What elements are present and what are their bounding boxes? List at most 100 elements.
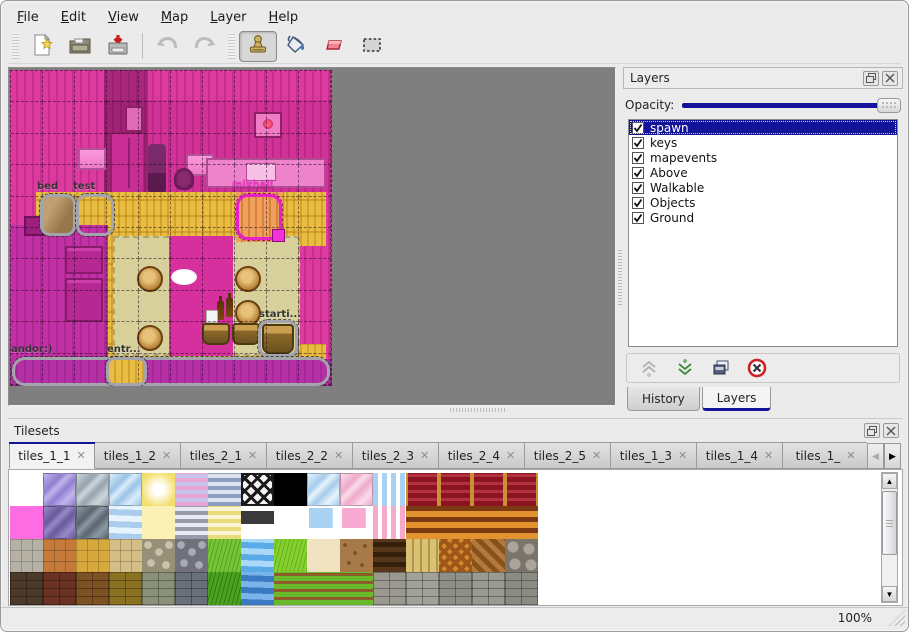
tileset-tile-30[interactable] <box>472 506 505 539</box>
tileset-tile-23[interactable] <box>241 506 274 539</box>
toolbar-drag-handle[interactable] <box>12 33 19 59</box>
tileset-tile-53[interactable] <box>175 572 208 605</box>
tileset-tab-tiles_2_4[interactable]: tiles_2_4✕ <box>439 442 525 469</box>
redo-button[interactable] <box>186 31 224 62</box>
tileset-tile-29[interactable] <box>439 506 472 539</box>
close-panel-button[interactable] <box>883 423 899 438</box>
tileset-scrollbar[interactable]: ▲ ▼ <box>881 472 898 603</box>
tileset-tab-tiles_2_5[interactable]: tiles_2_5✕ <box>525 442 611 469</box>
dock-tab-history[interactable]: History <box>627 387 700 411</box>
tileset-tab-tiles_1_2[interactable]: tiles_1_2✕ <box>95 442 181 469</box>
tileset-tile-55[interactable] <box>241 572 274 605</box>
tileset-tile-57[interactable] <box>307 572 340 605</box>
opacity-slider-track[interactable] <box>682 103 897 108</box>
tileset-tile-54[interactable] <box>208 572 241 605</box>
tileset-tile-27[interactable] <box>373 506 406 539</box>
tileset-tile-36[interactable] <box>142 539 175 572</box>
tileset-tile-13[interactable] <box>439 473 472 506</box>
tileset-tile-20[interactable] <box>142 506 175 539</box>
tileset-tile-56[interactable] <box>274 572 307 605</box>
delete-layer-button[interactable] <box>745 356 769 380</box>
opacity-slider-handle[interactable] <box>877 98 901 113</box>
tileset-tile-1[interactable] <box>43 473 76 506</box>
tileset-tile-17[interactable] <box>43 506 76 539</box>
save-button[interactable] <box>99 31 137 62</box>
tileset-tile-9[interactable] <box>307 473 340 506</box>
tileset-tab-tiles_2_1[interactable]: tiles_2_1✕ <box>181 442 267 469</box>
close-tab-icon[interactable]: ✕ <box>764 449 773 462</box>
tileset-tile-22[interactable] <box>208 506 241 539</box>
close-tab-icon[interactable]: ✕ <box>162 449 171 462</box>
layer-visibility-checkbox[interactable] <box>632 197 644 209</box>
layer-row-Above[interactable]: Above <box>629 165 897 180</box>
tileset-tile-2[interactable] <box>76 473 109 506</box>
tileset-tile-43[interactable] <box>373 539 406 572</box>
tileset-tile-46[interactable] <box>472 539 505 572</box>
lower-layer-button[interactable] <box>673 356 697 380</box>
layer-visibility-checkbox[interactable] <box>632 212 644 224</box>
close-tab-icon[interactable]: ✕ <box>846 449 855 462</box>
map-object-bottom-strip[interactable] <box>12 357 330 386</box>
tileset-tile-47[interactable] <box>505 539 538 572</box>
tileset-tile-60[interactable] <box>406 572 439 605</box>
scroll-tabs-left-button[interactable]: ◀ <box>867 443 884 469</box>
tileset-tile-19[interactable] <box>109 506 142 539</box>
map-object-bed[interactable] <box>40 194 76 236</box>
tileset-tile-3[interactable] <box>109 473 142 506</box>
tileset-tile-4[interactable] <box>142 473 175 506</box>
tileset-tile-28[interactable] <box>406 506 439 539</box>
new-map-button[interactable] <box>23 31 61 62</box>
bucket-fill-button[interactable] <box>277 31 315 62</box>
close-tab-icon[interactable]: ✕ <box>592 449 601 462</box>
tileset-tile-12[interactable] <box>406 473 439 506</box>
menu-help[interactable]: Help <box>260 8 308 27</box>
tileset-tile-10[interactable] <box>340 473 373 506</box>
tileset-tile-26[interactable] <box>340 506 373 539</box>
close-panel-button[interactable] <box>882 71 898 86</box>
close-tab-icon[interactable]: ✕ <box>678 449 687 462</box>
tileset-tile-25[interactable] <box>307 506 340 539</box>
tileset-tile-6[interactable] <box>208 473 241 506</box>
menu-map[interactable]: Map <box>152 8 197 27</box>
tileset-tile-8[interactable] <box>274 473 307 506</box>
horizontal-splitter[interactable] <box>8 406 616 414</box>
layer-visibility-checkbox[interactable] <box>632 122 644 134</box>
menu-view[interactable]: View <box>99 8 148 27</box>
layer-row-Objects[interactable]: Objects <box>629 195 897 210</box>
float-panel-button[interactable] <box>863 71 879 86</box>
close-tab-icon[interactable]: ✕ <box>248 449 257 462</box>
scroll-tabs-right-button[interactable]: ▶ <box>884 443 901 469</box>
tileset-tab-tiles_1_[interactable]: tiles_1_✕ <box>783 442 867 469</box>
tileset-tile-34[interactable] <box>76 539 109 572</box>
close-tab-icon[interactable]: ✕ <box>77 449 86 462</box>
tileset-tile-15[interactable] <box>505 473 538 506</box>
tileset-tile-21[interactable] <box>175 506 208 539</box>
layer-row-keys[interactable]: keys <box>629 135 897 150</box>
menu-layer[interactable]: Layer <box>201 8 255 27</box>
tileset-tile-16[interactable] <box>10 506 43 539</box>
undo-button[interactable] <box>148 31 186 62</box>
tileset-tile-58[interactable] <box>340 572 373 605</box>
object-resize-handle[interactable] <box>272 229 285 242</box>
tileset-tile-42[interactable] <box>340 539 373 572</box>
tileset-tile-39[interactable] <box>241 539 274 572</box>
splitter-grip[interactable] <box>618 249 622 305</box>
tileset-tile-41[interactable] <box>307 539 340 572</box>
tileset-view[interactable]: ▲ ▼ <box>8 469 903 606</box>
layer-row-spawn[interactable]: spawn <box>629 120 897 135</box>
tileset-tile-11[interactable] <box>373 473 406 506</box>
tileset-tile-49[interactable] <box>43 572 76 605</box>
tileset-tile-59[interactable] <box>373 572 406 605</box>
opacity-slider[interactable] <box>682 96 901 114</box>
tileset-tile-51[interactable] <box>109 572 142 605</box>
float-panel-button[interactable] <box>864 423 880 438</box>
dock-tab-layers[interactable]: Layers <box>702 387 772 411</box>
raise-layer-button[interactable] <box>637 356 661 380</box>
vertical-splitter[interactable] <box>616 67 623 413</box>
tileset-tab-tiles_1_4[interactable]: tiles_1_4✕ <box>697 442 783 469</box>
tileset-tile-35[interactable] <box>109 539 142 572</box>
tileset-tile-40[interactable] <box>274 539 307 572</box>
eraser-button[interactable] <box>315 31 353 62</box>
tileset-tile-38[interactable] <box>208 539 241 572</box>
tileset-tab-tiles_1_1[interactable]: tiles_1_1✕ <box>9 442 95 469</box>
